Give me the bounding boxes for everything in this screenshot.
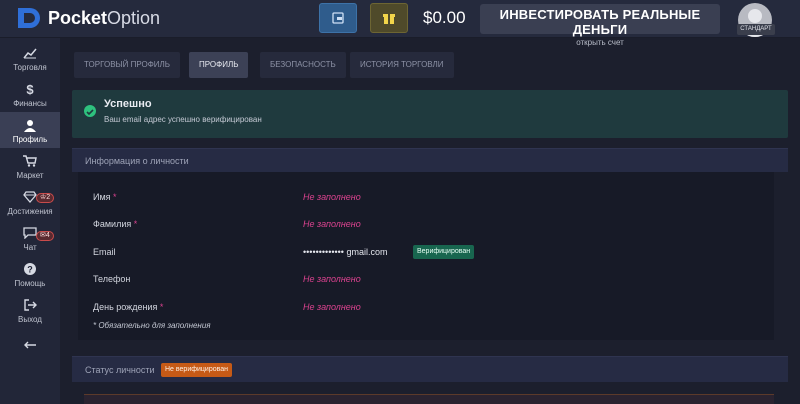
sidebar-item-trading[interactable]: Торговля [0,40,60,76]
status-badge: Не верифицирован [161,363,233,377]
brand-name: Pocket [48,7,108,28]
gift-icon [383,14,395,24]
email-value: ••••••••••••• gmail.com [303,247,388,257]
collapse-sidebar-button[interactable] [0,332,60,352]
arrow-left-icon [0,336,60,354]
sidebar-item-market[interactable]: Маркет [0,148,60,184]
tab-profile[interactable]: ПРОФИЛЬ [189,52,249,78]
invest-title: ИНВЕСТИРОВАТЬ РЕАЛЬНЫЕ ДЕНЬГИ [499,7,701,37]
success-title: Успешно [104,98,152,110]
first-name-label: Имя * [93,192,117,202]
cart-icon [0,152,60,170]
user-icon [0,116,60,134]
success-message: Ваш email адрес успешно верифицирован [104,115,262,124]
help-icon: ? [0,260,60,278]
tab-trading-history[interactable]: ИСТОРИЯ ТОРГОВЛИ [350,52,454,78]
sidebar-item-profile[interactable]: Профиль [0,112,60,148]
phone-value[interactable]: Не заполнено [303,274,361,284]
sidebar-item-label: Маркет [16,171,44,180]
svg-text:?: ? [27,265,33,275]
sidebar-item-achievements[interactable]: Достижения ♔2 [0,184,60,220]
sidebar-item-label: Чат [23,243,37,252]
birthday-value[interactable]: Не заполнено [303,302,361,312]
identity-status-title: Статус личности [85,365,155,375]
sidebar-item-label: Выход [18,315,42,324]
chat-badge: ✉4 [36,231,54,241]
birthday-label: День рождения * [93,302,164,312]
last-name-value[interactable]: Не заполнено [303,219,361,229]
logo[interactable]: PocketOption [16,6,160,30]
sidebar: Торговля $ Финансы Профиль Маркет Достиж… [0,38,60,404]
deposit-button[interactable] [319,3,357,33]
achievements-badge: ♔2 [36,193,55,203]
last-name-label: Фамилия * [93,219,138,229]
check-circle-icon [84,105,96,117]
balance[interactable]: $0.00 [423,8,466,28]
gift-button[interactable] [370,3,408,33]
logout-icon [0,296,60,314]
dollar-icon: $ [26,81,34,97]
sidebar-item-label: Помощь [14,279,46,288]
success-alert: Успешно Ваш email адрес успешно верифици… [72,90,788,138]
sidebar-item-label: Профиль [12,135,48,144]
phone-label: Телефон [93,274,131,284]
sidebar-item-finance[interactable]: $ Финансы [0,76,60,112]
email-verified-badge: Верифицирован [413,245,475,259]
sidebar-item-label: Торговля [13,63,47,72]
tab-security[interactable]: БЕЗОПАСНОСТЬ [260,52,346,78]
wallet-icon [332,12,344,24]
logo-icon [16,6,42,30]
top-bar: PocketOption $0.00 ИНВЕСТИРОВАТЬ РЕАЛЬНЫ… [0,0,800,47]
sidebar-item-help[interactable]: ? Помощь [0,256,60,292]
email-label: Email [93,247,116,257]
sidebar-item-logout[interactable]: Выход [0,292,60,328]
sidebar-item-chat[interactable]: Чат ✉4 [0,220,60,256]
invest-subtitle: открыть счет [576,38,624,47]
first-name-value[interactable]: Не заполнено [303,192,361,202]
identity-status-panel [84,394,774,404]
tab-trading-profile[interactable]: ТОРГОВЫЙ ПРОФИЛЬ [74,52,181,78]
sidebar-item-label: Достижения [7,207,53,216]
personal-info-title: Информация о личности [85,156,189,166]
invest-real-money-button[interactable]: ИНВЕСТИРОВАТЬ РЕАЛЬНЫЕ ДЕНЬГИ открыть сч… [480,4,720,47]
sidebar-item-label: Финансы [13,99,47,108]
chart-icon [0,44,60,62]
required-note: * Обязательно для заполнения [93,321,211,330]
personal-info-header: Информация о личности [72,148,788,172]
account-level-badge: СТАНДАРТ [737,24,775,35]
brand-suffix: Option [107,7,161,28]
